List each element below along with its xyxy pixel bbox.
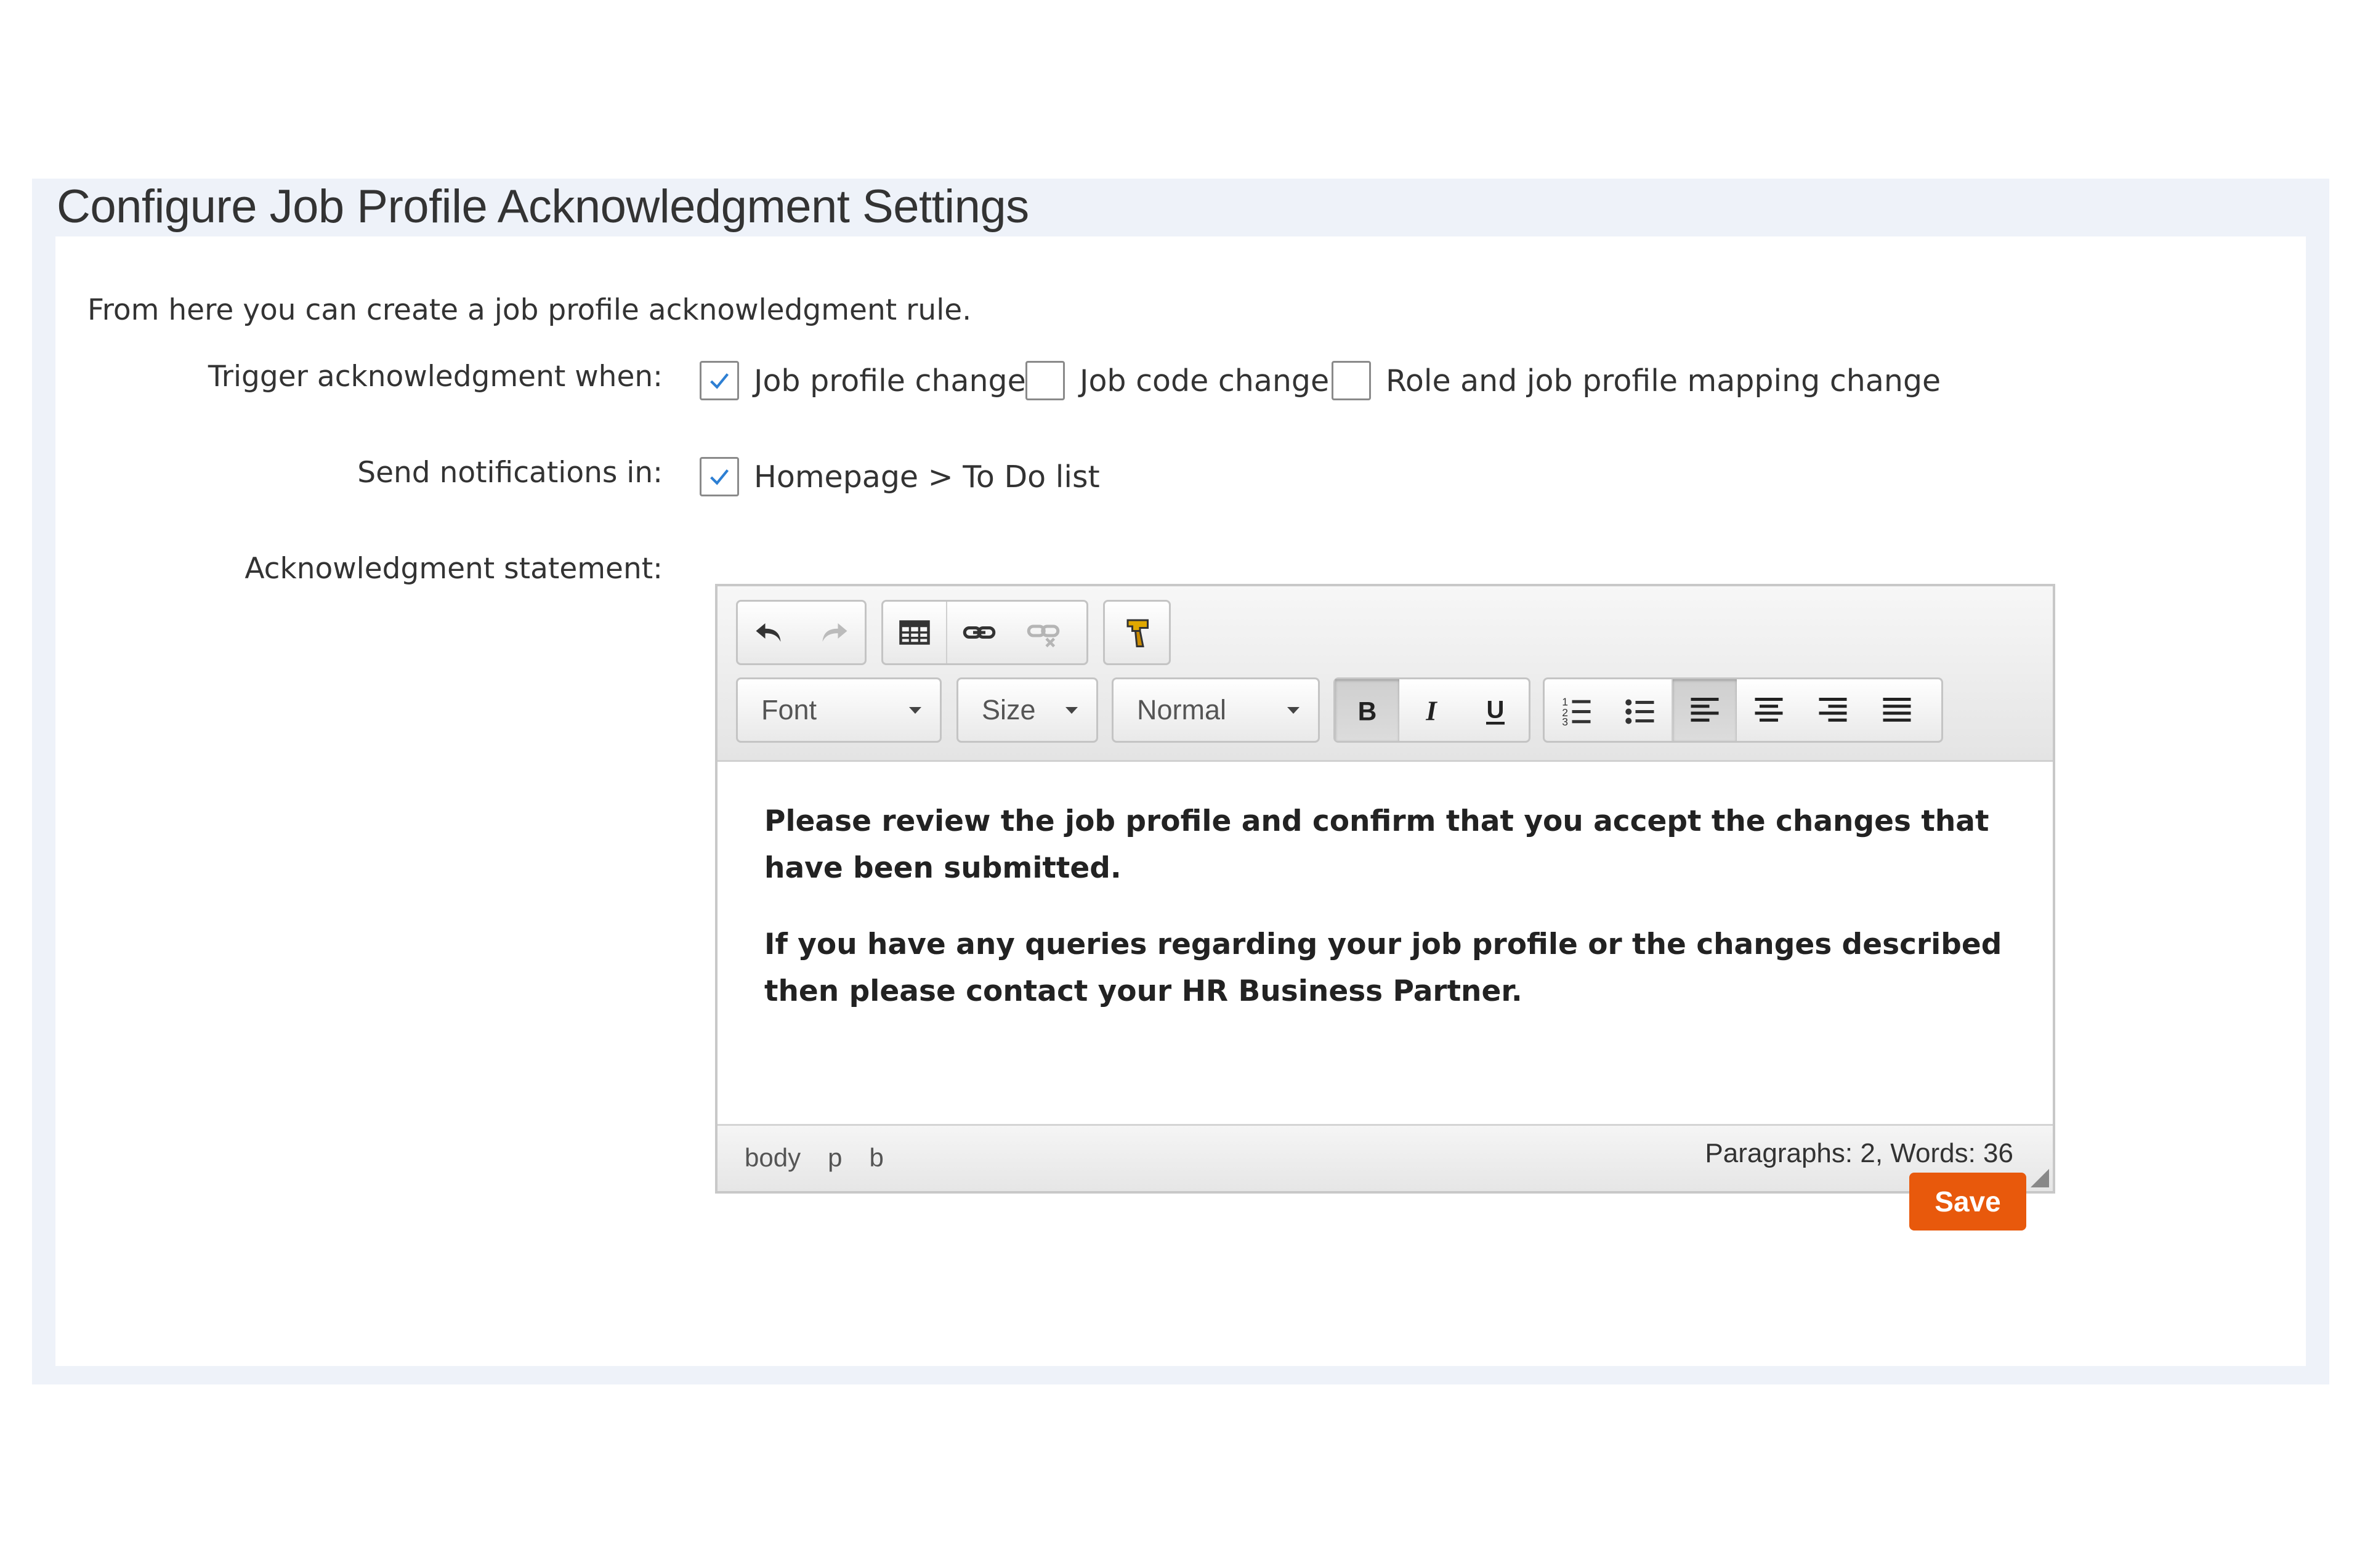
svg-text:B: B (1358, 697, 1377, 726)
text-style-group: B I U (1333, 677, 1530, 743)
path-p[interactable]: p (828, 1143, 842, 1173)
align-justify-icon (1883, 698, 1911, 722)
homepage-todo-option[interactable]: Homepage > To Do list (700, 457, 1100, 496)
editor-toolbar: Font Size Normal B I U 1 2 3 (718, 586, 2053, 762)
svg-text:I: I (1425, 695, 1437, 726)
align-left-icon (1691, 698, 1719, 722)
unordered-list-button[interactable] (1609, 679, 1673, 741)
page-title: Configure Job Profile Acknowledgment Set… (57, 180, 1029, 233)
rich-text-editor[interactable]: Font Size Normal B I U 1 2 3 Please revi… (715, 584, 2055, 1194)
insert-group (881, 600, 1088, 665)
editor-content[interactable]: Please review the job profile and confir… (764, 798, 2021, 1045)
role-mapping-change-label: Role and job profile mapping change (1386, 363, 1941, 398)
statement-paragraph-2: If you have any queries regarding your j… (764, 927, 2002, 1008)
word-count: Paragraphs: 2, Words: 36 (1705, 1138, 2013, 1168)
intro-text: From here you can create a job profile a… (87, 293, 972, 327)
chevron-down-icon (909, 706, 921, 714)
element-path: body p b (745, 1143, 884, 1173)
italic-button[interactable]: I (1399, 679, 1463, 741)
settings-panel: Configure Job Profile Acknowledgment Set… (32, 179, 2329, 1384)
role-mapping-change-checkbox[interactable] (1332, 361, 1371, 400)
broom-icon (1126, 619, 1149, 647)
undo-icon (756, 623, 780, 642)
job-code-change-label: Job code change (1080, 363, 1330, 398)
align-center-button[interactable] (1737, 679, 1801, 741)
save-button[interactable]: Save (1909, 1173, 2026, 1231)
link-icon (963, 626, 996, 639)
underline-button[interactable]: U (1463, 679, 1527, 741)
clean-group (1103, 600, 1171, 665)
svg-text:U: U (1487, 697, 1505, 724)
align-right-button[interactable] (1801, 679, 1865, 741)
redo-button[interactable] (801, 602, 865, 663)
path-b[interactable]: b (869, 1143, 883, 1173)
size-dropdown-label: Size (982, 694, 1036, 725)
align-left-button[interactable] (1673, 679, 1737, 741)
align-center-icon (1755, 698, 1783, 722)
font-dropdown-label: Font (761, 694, 817, 725)
insert-table-button[interactable] (883, 602, 947, 663)
insert-link-button[interactable] (947, 602, 1011, 663)
history-group (736, 600, 867, 665)
statement-label: Acknowledgment statement: (245, 552, 663, 586)
notifications-label: Send notifications in: (357, 456, 663, 490)
chevron-down-icon (1287, 706, 1300, 714)
underline-icon: U (1486, 697, 1505, 725)
chevron-down-icon (1065, 706, 1078, 714)
job-code-change-option[interactable]: Job code change (1025, 361, 1329, 400)
job-profile-change-option[interactable]: Job profile change (700, 361, 1026, 400)
ordered-list-button[interactable]: 1 2 3 (1545, 679, 1609, 741)
cleanup-button[interactable] (1105, 602, 1169, 663)
checkmark-icon (710, 469, 729, 485)
redo-icon (822, 623, 847, 642)
font-dropdown[interactable]: Font (736, 677, 942, 743)
trigger-label: Trigger acknowledgment when: (208, 360, 663, 394)
job-profile-change-label: Job profile change (754, 363, 1026, 398)
table-icon (899, 620, 930, 645)
checkmark-icon (710, 373, 729, 389)
resize-handle[interactable] (2031, 1169, 2049, 1187)
bullet-list-icon (1625, 699, 1654, 724)
remove-link-button[interactable] (1011, 602, 1075, 663)
format-dropdown[interactable]: Normal (1112, 677, 1320, 743)
bold-button[interactable]: B (1335, 679, 1399, 741)
role-mapping-change-option[interactable]: Role and job profile mapping change (1332, 361, 1941, 400)
justify-button[interactable] (1865, 679, 1929, 741)
format-dropdown-label: Normal (1137, 694, 1227, 725)
bold-icon: B (1358, 697, 1377, 726)
unlink-icon (1027, 624, 1060, 648)
statement-paragraph-1: Please review the job profile and confir… (764, 804, 1989, 885)
undo-button[interactable] (738, 602, 801, 663)
homepage-todo-label: Homepage > To Do list (754, 459, 1100, 495)
job-profile-change-checkbox[interactable] (700, 361, 739, 400)
settings-form: From here you can create a job profile a… (55, 236, 2306, 1366)
editor-statusbar: body p b Paragraphs: 2, Words: 36 (718, 1124, 2053, 1191)
job-code-change-checkbox[interactable] (1025, 361, 1065, 400)
ordered-list-icon: 1 2 3 (1562, 696, 1591, 728)
path-body[interactable]: body (745, 1143, 801, 1173)
italic-icon: I (1425, 695, 1437, 726)
svg-text:3: 3 (1562, 716, 1568, 728)
homepage-todo-checkbox[interactable] (700, 457, 739, 496)
size-dropdown[interactable]: Size (956, 677, 1098, 743)
align-right-icon (1819, 698, 1847, 722)
paragraph-group: 1 2 3 (1543, 677, 1943, 743)
